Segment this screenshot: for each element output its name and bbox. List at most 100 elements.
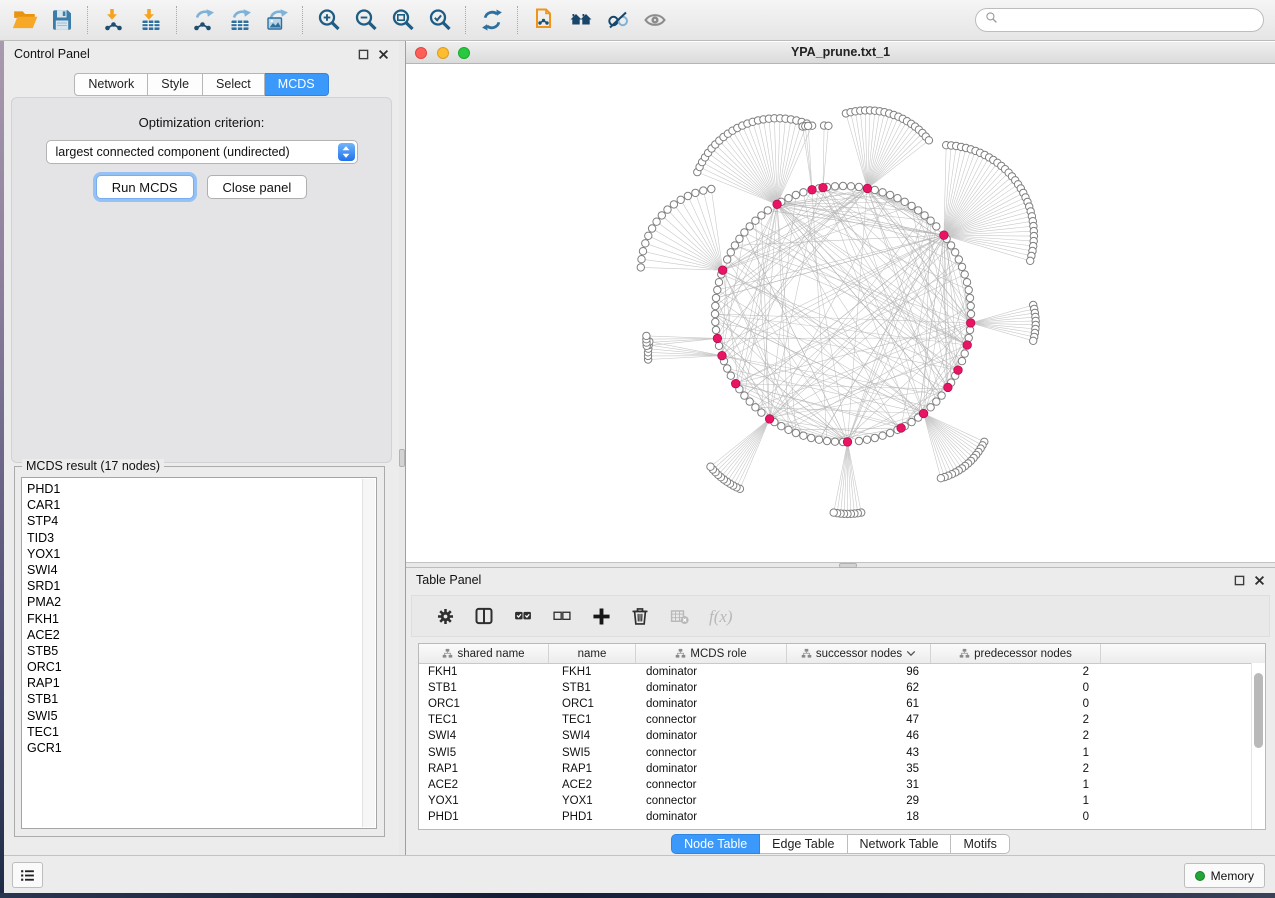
deselect-all-rows-icon[interactable] xyxy=(551,604,573,628)
table-cell[interactable]: dominator xyxy=(636,811,787,823)
save-session-icon[interactable] xyxy=(43,4,80,36)
open-session-icon[interactable] xyxy=(6,4,43,36)
table-cell[interactable]: SWI5 xyxy=(419,747,549,759)
table-cell[interactable]: STB1 xyxy=(549,682,636,694)
table-cell[interactable]: FKH1 xyxy=(549,666,636,678)
table-cell[interactable]: 31 xyxy=(787,779,931,791)
column-header-predecessor-nodes[interactable]: predecessor nodes xyxy=(931,644,1101,663)
table-cell[interactable]: connector xyxy=(636,795,787,807)
mcds-result-item[interactable]: TID3 xyxy=(27,530,376,546)
table-cell[interactable]: connector xyxy=(636,779,787,791)
table-cell[interactable]: dominator xyxy=(636,730,787,742)
table-cell[interactable]: dominator xyxy=(636,763,787,775)
table-cell[interactable]: 1 xyxy=(931,779,1101,791)
column-header-shared-name[interactable]: shared name xyxy=(419,644,549,663)
table-cell[interactable]: PHD1 xyxy=(549,811,636,823)
table-cell[interactable]: TEC1 xyxy=(419,714,549,726)
mcds-result-item[interactable]: TEC1 xyxy=(27,724,376,740)
table-cell[interactable]: 0 xyxy=(931,811,1101,823)
network-overview-icon[interactable] xyxy=(562,4,599,36)
export-network-icon[interactable] xyxy=(184,4,221,36)
zoom-out-icon[interactable] xyxy=(347,4,384,36)
float-panel-icon[interactable] xyxy=(1234,575,1245,586)
mcds-result-item[interactable]: ORC1 xyxy=(27,659,376,675)
hide-graphics-icon[interactable] xyxy=(599,4,636,36)
table-cell[interactable]: ACE2 xyxy=(419,779,549,791)
table-cell[interactable]: SWI4 xyxy=(549,730,636,742)
tab-select[interactable]: Select xyxy=(203,73,265,96)
tab-motifs[interactable]: Motifs xyxy=(951,834,1009,854)
table-cell[interactable]: ORC1 xyxy=(419,698,549,710)
close-panel-icon[interactable] xyxy=(1254,575,1265,586)
mcds-result-item[interactable]: SRD1 xyxy=(27,578,376,594)
mcds-result-item[interactable]: PMA2 xyxy=(27,594,376,610)
import-table-icon[interactable] xyxy=(132,4,169,36)
table-row[interactable]: PHD1PHD1dominator180 xyxy=(419,809,1265,825)
mcds-result-item[interactable]: RAP1 xyxy=(27,675,376,691)
table-cell[interactable]: dominator xyxy=(636,682,787,694)
table-cell[interactable]: 29 xyxy=(787,795,931,807)
table-cell[interactable]: TEC1 xyxy=(549,714,636,726)
mcds-result-item[interactable]: CAR1 xyxy=(27,497,376,513)
mcds-result-item[interactable]: ACE2 xyxy=(27,627,376,643)
add-column-icon[interactable] xyxy=(590,604,612,628)
zoom-selected-icon[interactable] xyxy=(421,4,458,36)
import-network-icon[interactable] xyxy=(95,4,132,36)
minimize-traffic-light-icon[interactable] xyxy=(437,47,449,59)
vertical-splitter[interactable] xyxy=(399,41,406,855)
table-cell[interactable]: SWI5 xyxy=(549,747,636,759)
table-cell[interactable]: PHD1 xyxy=(419,811,549,823)
table-cell[interactable]: connector xyxy=(636,747,787,759)
mcds-result-item[interactable]: PHD1 xyxy=(27,481,376,497)
search-input[interactable] xyxy=(1003,12,1263,28)
table-cell[interactable]: 2 xyxy=(931,714,1101,726)
table-cell[interactable]: 0 xyxy=(931,682,1101,694)
table-cell[interactable]: dominator xyxy=(636,698,787,710)
mcds-list-scrollbar[interactable] xyxy=(362,479,375,827)
tab-network[interactable]: Network xyxy=(74,73,148,96)
table-cell[interactable]: 0 xyxy=(931,698,1101,710)
table-cell[interactable]: connector xyxy=(636,714,787,726)
run-mcds-button[interactable]: Run MCDS xyxy=(96,175,194,199)
table-cell[interactable]: 1 xyxy=(931,795,1101,807)
zoom-fit-icon[interactable] xyxy=(384,4,421,36)
table-cell[interactable]: 61 xyxy=(787,698,931,710)
table-cell[interactable]: ACE2 xyxy=(549,779,636,791)
table-cell[interactable]: 35 xyxy=(787,763,931,775)
mcds-result-item[interactable]: YOX1 xyxy=(27,546,376,562)
export-image-icon[interactable] xyxy=(258,4,295,36)
mcds-result-item[interactable]: STB1 xyxy=(27,691,376,707)
network-canvas[interactable] xyxy=(406,64,1275,562)
column-header-name[interactable]: name xyxy=(549,644,636,663)
table-cell[interactable]: 18 xyxy=(787,811,931,823)
table-cell[interactable]: 43 xyxy=(787,747,931,759)
table-row[interactable]: STB1STB1dominator620 xyxy=(419,680,1265,696)
tab-node-table[interactable]: Node Table xyxy=(671,834,760,854)
table-cell[interactable]: ORC1 xyxy=(549,698,636,710)
scrollbar-thumb[interactable] xyxy=(1254,673,1263,748)
table-cell[interactable]: STB1 xyxy=(419,682,549,694)
table-cell[interactable]: RAP1 xyxy=(549,763,636,775)
table-row[interactable]: ACE2ACE2connector311 xyxy=(419,777,1265,793)
table-cell[interactable]: 47 xyxy=(787,714,931,726)
table-row[interactable]: SWI4SWI4dominator462 xyxy=(419,728,1265,744)
table-cell[interactable]: FKH1 xyxy=(419,666,549,678)
table-cell[interactable]: 2 xyxy=(931,666,1101,678)
table-row[interactable]: SWI5SWI5connector431 xyxy=(419,744,1265,760)
tab-network-table[interactable]: Network Table xyxy=(848,834,952,854)
close-traffic-light-icon[interactable] xyxy=(415,47,427,59)
maximize-traffic-light-icon[interactable] xyxy=(458,47,470,59)
table-row[interactable]: TEC1TEC1connector472 xyxy=(419,712,1265,728)
tab-mcds[interactable]: MCDS xyxy=(265,73,329,96)
mcds-result-item[interactable]: STP4 xyxy=(27,513,376,529)
table-scrollbar[interactable] xyxy=(1251,663,1265,829)
column-header-MCDS-role[interactable]: MCDS role xyxy=(636,644,787,663)
memory-button[interactable]: Memory xyxy=(1184,863,1265,888)
delete-column-icon[interactable] xyxy=(629,604,651,628)
table-row[interactable]: FKH1FKH1dominator962 xyxy=(419,664,1265,680)
export-table-icon[interactable] xyxy=(221,4,258,36)
column-header-successor-nodes[interactable]: successor nodes xyxy=(787,644,931,663)
mcds-result-item[interactable]: FKH1 xyxy=(27,611,376,627)
mcds-result-item[interactable]: SWI5 xyxy=(27,708,376,724)
table-cell[interactable]: YOX1 xyxy=(419,795,549,807)
